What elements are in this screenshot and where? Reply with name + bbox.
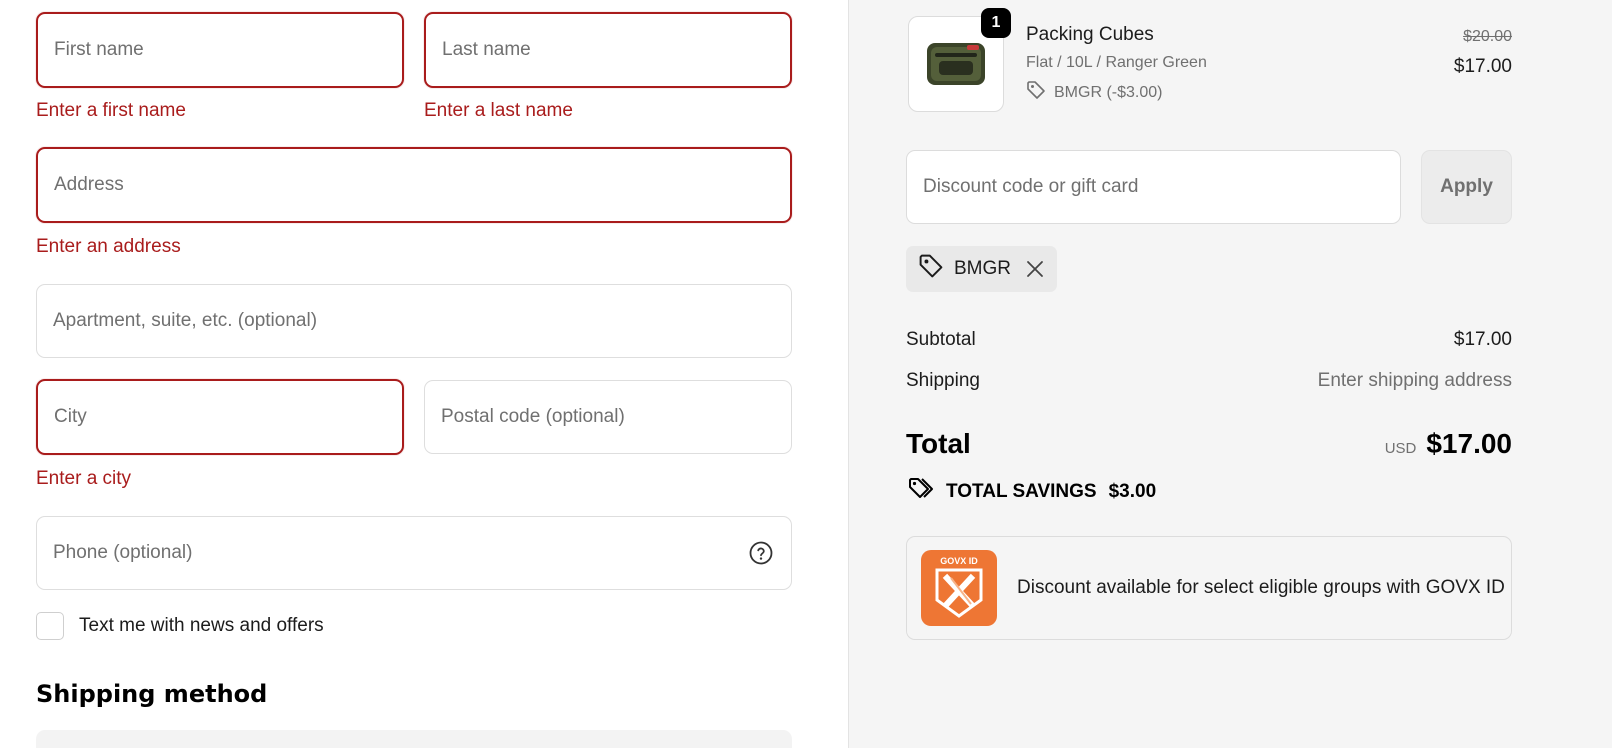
last-name-input[interactable]	[442, 14, 774, 86]
apartment-field[interactable]	[36, 284, 792, 358]
phone-field[interactable]	[36, 516, 792, 590]
product-name: Packing Cubes	[1026, 24, 1154, 45]
apply-button[interactable]: Apply	[1421, 150, 1512, 224]
news-checkbox[interactable]	[36, 612, 64, 640]
last-name-error: Enter a last name	[424, 100, 573, 121]
total-savings: TOTAL SAVINGS $3.00	[906, 476, 1156, 508]
total-label: Total	[906, 428, 971, 459]
postal-code-field[interactable]	[424, 380, 792, 454]
discount-code-field[interactable]	[906, 150, 1401, 224]
subtotal-label: Subtotal	[906, 329, 976, 350]
address-error: Enter an address	[36, 236, 181, 257]
city-input[interactable]	[54, 381, 386, 453]
shipping-method-title: Shipping method	[36, 680, 268, 708]
total-amount: USD $17.00	[1385, 428, 1512, 460]
product-variant: Flat / 10L / Ranger Green	[1026, 54, 1207, 71]
total-value: $17.00	[1426, 428, 1512, 459]
currency-code: USD	[1384, 440, 1417, 457]
discount-code-input[interactable]	[923, 176, 1384, 198]
product-discount: BMGR (-$3.00)	[1026, 80, 1162, 105]
svg-text:GOVX ID: GOVX ID	[940, 556, 978, 566]
shipping-label: Shipping	[906, 370, 980, 391]
news-checkbox-label: Text me with news and offers	[79, 615, 324, 636]
address-input[interactable]	[54, 149, 774, 221]
first-name-input[interactable]	[54, 14, 386, 86]
govx-discount-text: Discount available for select eligible g…	[1017, 577, 1505, 598]
checkout-form: Enter a first name Enter a last name Ent…	[0, 0, 848, 748]
original-price: $20.00	[1463, 28, 1512, 45]
savings-value: $3.00	[1108, 481, 1157, 502]
help-icon[interactable]	[749, 541, 773, 565]
subtotal-value: $17.00	[1453, 329, 1512, 350]
city-field[interactable]	[36, 379, 404, 455]
last-name-field[interactable]	[424, 12, 792, 88]
address-field[interactable]	[36, 147, 792, 223]
quantity-badge: 1	[981, 8, 1011, 38]
shipping-method-box	[36, 730, 792, 748]
savings-label: TOTAL SAVINGS	[946, 481, 1097, 502]
applied-code-label: BMGR	[954, 258, 1011, 279]
tag-icon	[918, 253, 944, 285]
tag-icon	[1026, 80, 1046, 105]
applied-discount-chip: BMGR	[906, 246, 1057, 292]
shipping-value: Enter shipping address	[1317, 370, 1512, 391]
packing-cube-image	[927, 43, 985, 85]
govx-logo: GOVX ID	[921, 550, 997, 626]
tags-icon	[906, 476, 934, 508]
city-error: Enter a city	[36, 468, 132, 489]
postal-code-input[interactable]	[441, 381, 775, 453]
apartment-input[interactable]	[53, 285, 775, 357]
first-name-error: Enter a first name	[36, 100, 186, 121]
govx-discount-banner[interactable]: GOVX ID Discount available for select el…	[906, 536, 1512, 640]
phone-input[interactable]	[53, 517, 775, 589]
product-discount-label: BMGR (-$3.00)	[1054, 83, 1163, 101]
item-price: $17.00	[1453, 56, 1512, 77]
close-icon[interactable]	[1025, 259, 1045, 279]
first-name-field[interactable]	[36, 12, 404, 88]
